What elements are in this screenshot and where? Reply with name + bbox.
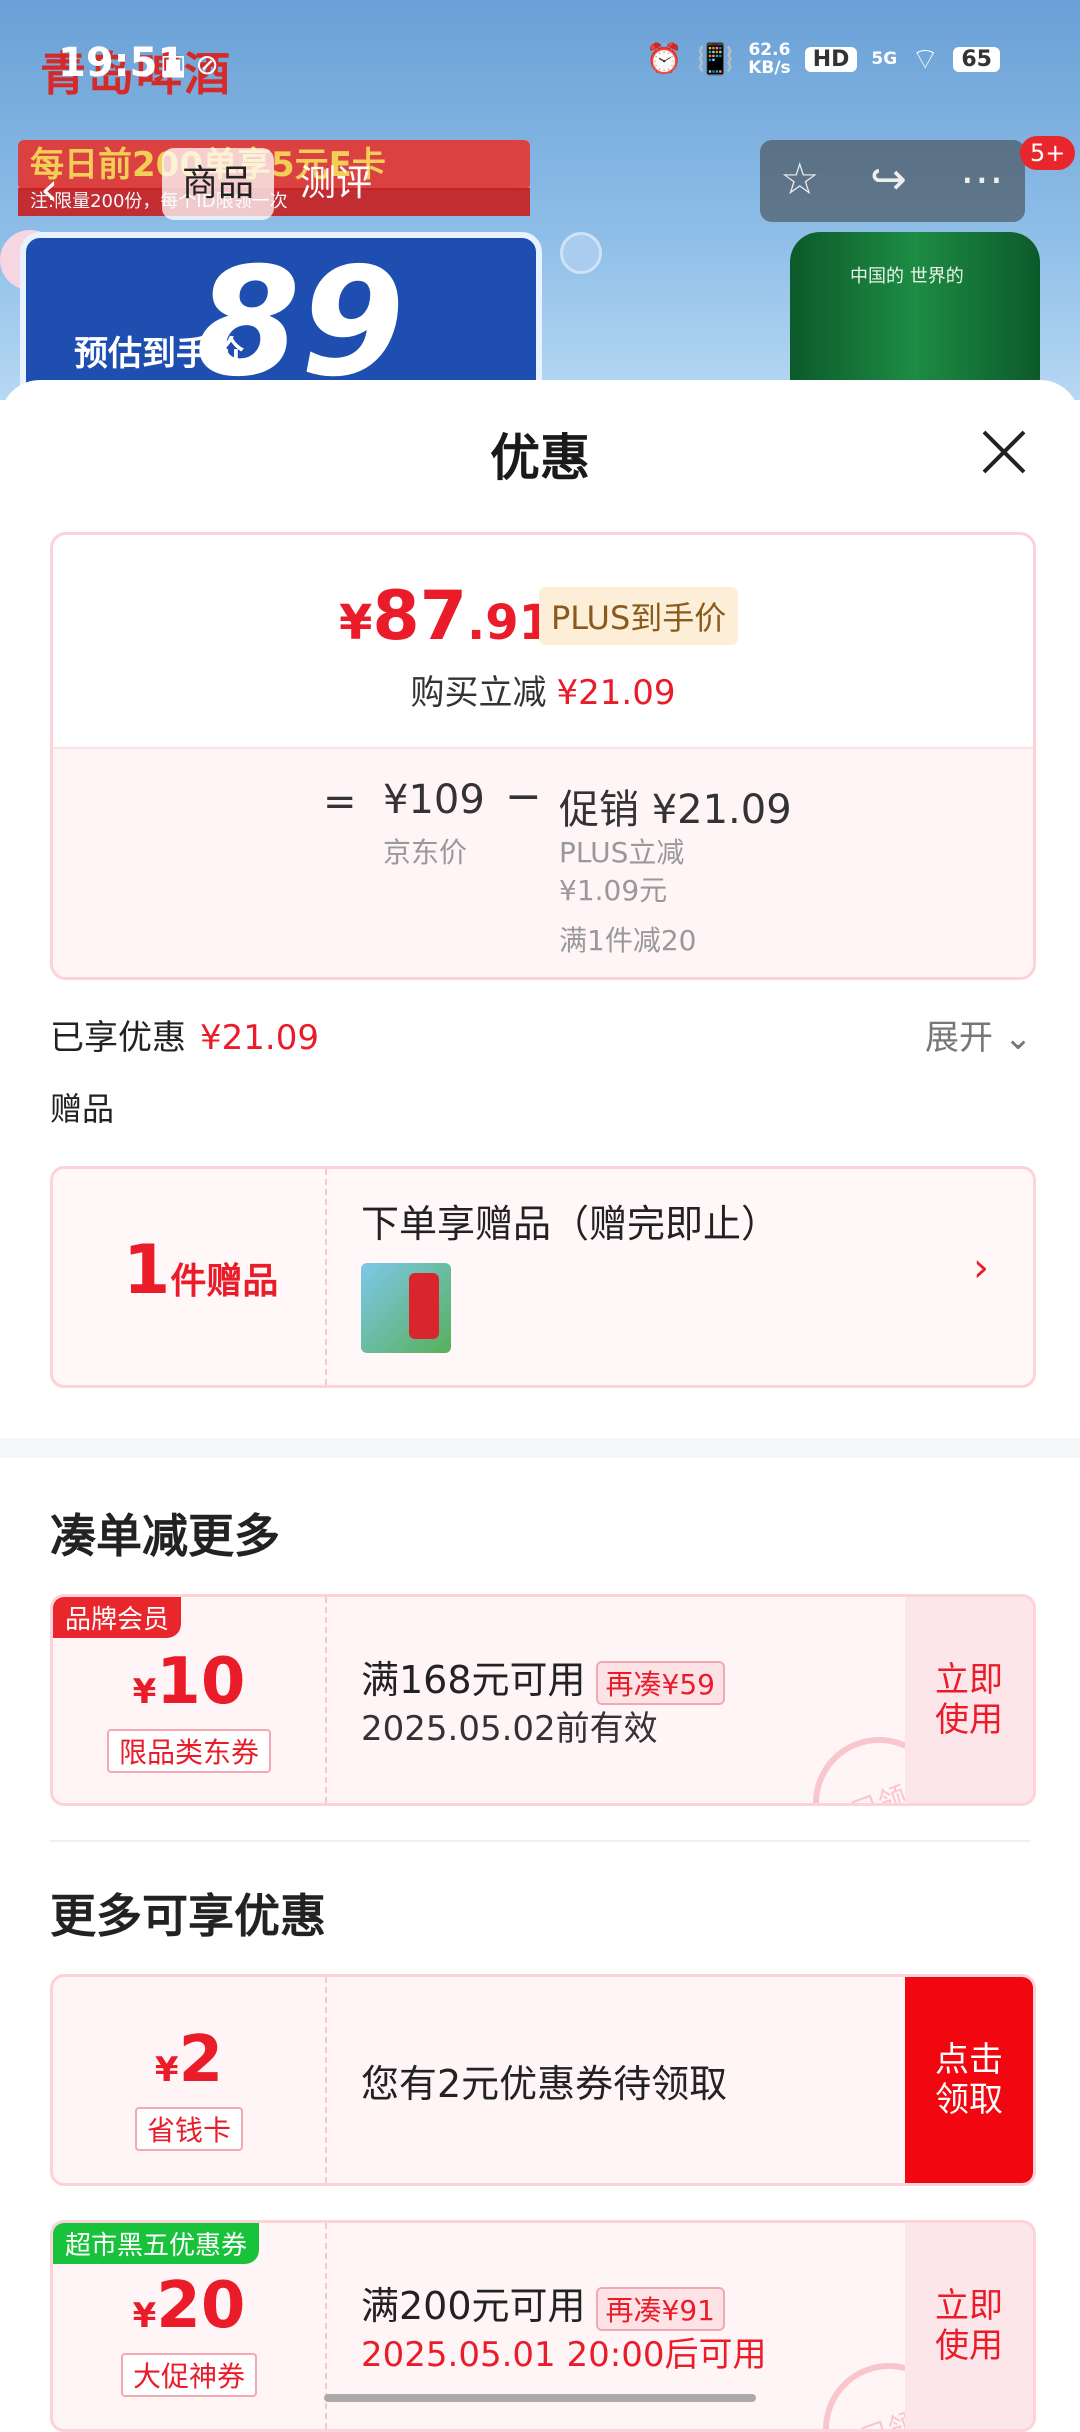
sheet-title: 优惠 bbox=[490, 429, 590, 487]
coupon-validity: 2025.05.02前有效 bbox=[361, 1709, 658, 1749]
final-price: ¥87.91 bbox=[339, 577, 553, 656]
message-count-badge: 5+ bbox=[1020, 136, 1076, 170]
plus-price-tag: PLUS到手价 bbox=[539, 587, 739, 645]
back-icon[interactable]: ‹ bbox=[40, 162, 58, 216]
coupon-kind: 省钱卡 bbox=[134, 2107, 244, 2151]
estimated-price-box: 预估到手价 89 bbox=[20, 232, 542, 400]
top-nav: ‹ 商品 测评 ☆ ↪ ⋯ 5+ bbox=[0, 136, 1080, 230]
use-now-button[interactable]: 立即 使用 bbox=[905, 2223, 1033, 2429]
buy-reduce-line: 购买立减 ¥21.09 bbox=[410, 673, 676, 713]
minus-sign: − bbox=[505, 771, 542, 822]
coupon-amount: ¥20 bbox=[132, 2269, 246, 2343]
need-more-tag: 再凑¥91 bbox=[595, 2286, 725, 2331]
section-separator bbox=[50, 1840, 1030, 1842]
favorite-star-icon[interactable]: ☆ bbox=[780, 154, 819, 205]
wifi-icon: ⌔ bbox=[911, 42, 940, 77]
battery-icon: 65 bbox=[953, 46, 1000, 72]
coupon-kind: 限品类东券 bbox=[106, 1729, 272, 1773]
member-corner-tag: 品牌会员 bbox=[53, 1597, 182, 1638]
equals-sign: = bbox=[323, 779, 357, 825]
beer-can-image: 中国的 世界的 bbox=[790, 232, 1040, 400]
discount-sheet: 优惠 ¥87.91 PLUS到手价 购买立减 ¥21.09 = ¥109 京东价 … bbox=[0, 380, 1080, 2432]
coupon-amount: ¥10 bbox=[132, 1645, 246, 1719]
status-bar: 19:51 ▣ ⊘ ⏰ 📳 62.6 KB/s HD 5G ⌔ 65 bbox=[0, 0, 1080, 120]
home-indicator[interactable] bbox=[324, 2394, 756, 2402]
gift-section-title: 赠品 bbox=[50, 1090, 115, 1128]
use-now-button[interactable]: 立即 使用 bbox=[905, 1597, 1033, 1803]
tab-product[interactable]: 商品 bbox=[162, 148, 274, 220]
gift-headline: 下单享赠品（赠完即止） bbox=[361, 1202, 780, 1246]
jd-price: ¥109 bbox=[383, 777, 485, 823]
need-more-tag: 再凑¥59 bbox=[595, 1660, 725, 1705]
more-icon[interactable]: ⋯ bbox=[960, 154, 1004, 205]
brand-member-coupon: ¥10 限品类东券 品牌会员 满168元可用 再凑¥59 2025.05.02前有… bbox=[50, 1594, 1036, 1806]
notification-icons: ▣ ⊘ bbox=[160, 48, 219, 81]
share-icon[interactable]: ↪ bbox=[870, 154, 907, 205]
price-formula: = ¥109 京东价 − 促销 ¥21.09 PLUS立减 ¥1.09元 满1件… bbox=[53, 747, 1033, 977]
chevron-down-icon: ⌄ bbox=[1003, 1018, 1033, 1058]
net-speed: 62.6 KB/s bbox=[748, 40, 791, 78]
gift-count: 1件赠品 bbox=[123, 1231, 279, 1310]
claim-button[interactable]: 点击 领取 bbox=[905, 1977, 1033, 2183]
plus-reduce-label: PLUS立减 bbox=[559, 836, 685, 869]
expand-button[interactable]: 展开 ⌄ bbox=[925, 1010, 1032, 1059]
coupon-amount: ¥2 bbox=[154, 2023, 224, 2097]
chevron-right-icon: › bbox=[973, 1245, 989, 1291]
jd-price-label: 京东价 bbox=[383, 836, 468, 869]
price-breakdown-card: ¥87.91 PLUS到手价 购买立减 ¥21.09 = ¥109 京东价 − 促… bbox=[50, 532, 1036, 980]
gift-thumbnail bbox=[361, 1263, 451, 1353]
coupon-validity: 2025.05.01 20:00后可用 bbox=[361, 2335, 767, 2375]
status-right: ⏰ 📳 62.6 KB/s HD 5G ⌔ 65 bbox=[645, 40, 1000, 78]
estimated-price-value: 89 bbox=[196, 236, 405, 400]
more-discounts-section-title: 更多可享优惠 bbox=[50, 1889, 326, 1943]
gift-card[interactable]: 1件赠品 下单享赠品（赠完即止） › bbox=[50, 1166, 1036, 1388]
nav-actions: ☆ ↪ ⋯ bbox=[760, 140, 1025, 222]
coupon-kind: 大促神券 bbox=[120, 2353, 258, 2397]
hd-badge: HD bbox=[804, 46, 858, 72]
coupon-condition: 您有2元优惠券待领取 bbox=[361, 2062, 728, 2106]
enjoyed-discount: 已享优惠 ¥21.09 bbox=[50, 1018, 319, 1058]
gift-count-area: 1件赠品 bbox=[53, 1169, 327, 1385]
bubble-decoration bbox=[560, 232, 602, 274]
full-reduce-label: 满1件减20 bbox=[559, 924, 697, 957]
savings-card-coupon: ¥2 省钱卡 您有2元优惠券待领取 点击 领取 bbox=[50, 1974, 1036, 2186]
coupon-amount-area: ¥2 省钱卡 bbox=[53, 1977, 327, 2183]
close-icon[interactable] bbox=[980, 428, 1028, 476]
vibrate-icon: 📳 bbox=[696, 41, 735, 77]
final-price-area: ¥87.91 PLUS到手价 购买立减 ¥21.09 bbox=[53, 535, 1033, 747]
more-reduce-section-title: 凑单减更多 bbox=[50, 1509, 280, 1563]
plus-reduce-value: ¥1.09元 bbox=[559, 874, 668, 907]
promo-amount: 促销 ¥21.09 bbox=[559, 787, 792, 833]
can-text: 中国的 世界的 bbox=[850, 266, 964, 287]
supermarket-corner-tag: 超市黑五优惠券 bbox=[53, 2223, 260, 2264]
coupon-condition: 满200元可用 再凑¥91 bbox=[361, 2275, 725, 2331]
tab-review[interactable]: 测评 bbox=[300, 148, 372, 220]
network-type: 5G bbox=[871, 49, 898, 69]
alarm-icon: ⏰ bbox=[645, 41, 683, 77]
coupon-condition: 满168元可用 再凑¥59 bbox=[361, 1649, 725, 1705]
section-divider bbox=[0, 1438, 1080, 1458]
